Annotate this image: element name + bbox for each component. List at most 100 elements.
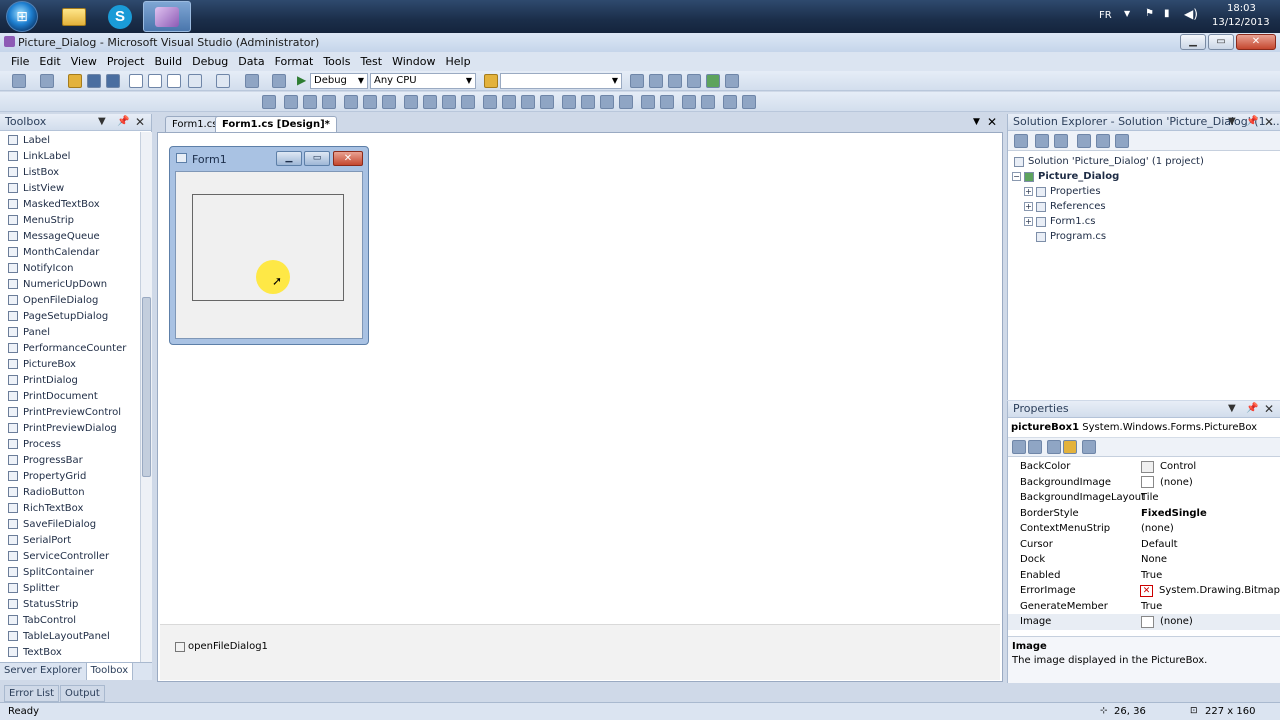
close-icon[interactable]: ✕ <box>135 114 145 130</box>
toolbox-item[interactable]: MonthCalendar <box>0 244 140 260</box>
decrease-vertical-spacing-icon[interactable] <box>600 95 614 109</box>
clock-time[interactable]: 18:03 <box>1227 3 1256 14</box>
toolbox-scrollbar[interactable] <box>140 132 152 662</box>
language-indicator[interactable]: FR <box>1099 10 1112 21</box>
toolbox-item[interactable]: NumericUpDown <box>0 276 140 292</box>
property-row[interactable]: Dock None <box>1008 552 1280 568</box>
property-row[interactable]: BackgroundImage (none) <box>1008 475 1280 491</box>
toolbox-item[interactable]: PropertyGrid <box>0 468 140 484</box>
toolbox-item[interactable]: MaskedTextBox <box>0 196 140 212</box>
toolbox-item[interactable]: RadioButton <box>0 484 140 500</box>
vertical-spacing-equal-icon[interactable] <box>562 95 576 109</box>
action-center-icon[interactable]: ⚑ <box>1145 8 1154 19</box>
maximize-button[interactable]: ▭ <box>1208 34 1234 50</box>
align-tops-icon[interactable] <box>344 95 358 109</box>
visual-studio-taskbar-button[interactable] <box>143 1 191 32</box>
undo-icon[interactable] <box>188 74 202 88</box>
menu-tools[interactable]: Tools <box>318 55 355 68</box>
tray-expand-icon[interactable]: ▼ <box>1124 9 1130 18</box>
redo-icon[interactable] <box>216 74 230 88</box>
decrease-horizontal-spacing-icon[interactable] <box>521 95 535 109</box>
bring-to-front-icon[interactable] <box>682 95 696 109</box>
copy-icon[interactable] <box>148 74 162 88</box>
horizontal-spacing-equal-icon[interactable] <box>483 95 497 109</box>
toolbox-item[interactable]: PrintDialog <box>0 372 140 388</box>
tray-open-file-dialog[interactable]: openFileDialog1 <box>188 641 268 652</box>
toolbox-item[interactable]: Panel <box>0 324 140 340</box>
menu-edit[interactable]: Edit <box>34 55 65 68</box>
property-row[interactable]: BorderStyle FixedSingle <box>1008 506 1280 522</box>
align-rights-icon[interactable] <box>322 95 336 109</box>
start-debugging-icon[interactable]: ▶ <box>297 73 306 87</box>
center-vertically-icon[interactable] <box>660 95 674 109</box>
toolbox-item[interactable]: MessageQueue <box>0 228 140 244</box>
solution-explorer-icon[interactable] <box>649 74 663 88</box>
menu-file[interactable]: File <box>6 55 34 68</box>
menu-debug[interactable]: Debug <box>187 55 233 68</box>
tab-error-list[interactable]: Error List <box>4 685 60 702</box>
toolbox-item[interactable]: RichTextBox <box>0 500 140 516</box>
show-all-files-icon[interactable] <box>1035 134 1049 148</box>
pin-icon[interactable]: 📌 <box>117 114 129 130</box>
center-horizontally-icon[interactable] <box>641 95 655 109</box>
menu-view[interactable]: View <box>66 55 102 68</box>
toolbox-item[interactable]: TableLayoutPanel <box>0 628 140 644</box>
property-value[interactable]: (none) <box>1138 615 1280 628</box>
expand-icon[interactable]: + <box>1024 217 1033 226</box>
menu-help[interactable]: Help <box>440 55 475 68</box>
find-icon[interactable] <box>630 74 644 88</box>
form1-title-bar[interactable]: Form1 ▁ ▭ ✕ <box>170 147 368 171</box>
tree-properties[interactable]: + Properties <box>1008 184 1280 199</box>
property-value[interactable]: (none) <box>1138 523 1280 534</box>
toolbox-icon[interactable] <box>706 74 720 88</box>
align-centers-icon[interactable] <box>303 95 317 109</box>
window-title-bar[interactable]: Picture_Dialog - Microsoft Visual Studio… <box>0 33 1280 52</box>
toolbox-item[interactable]: PerformanceCounter <box>0 340 140 356</box>
save-all-icon[interactable] <box>106 74 120 88</box>
toolbox-item[interactable]: PrintPreviewDialog <box>0 420 140 436</box>
pin-icon[interactable]: 📌 <box>1246 114 1258 130</box>
remove-horizontal-spacing-icon[interactable] <box>540 95 554 109</box>
align-lefts-icon[interactable] <box>284 95 298 109</box>
toolbox-item[interactable]: PictureBox <box>0 356 140 372</box>
property-row[interactable]: ContextMenuStrip (none) <box>1008 521 1280 537</box>
properties-icon[interactable] <box>1014 134 1028 148</box>
close-document-icon[interactable]: ✕ <box>987 115 997 129</box>
toolbox-item[interactable]: ProgressBar <box>0 452 140 468</box>
network-icon[interactable]: ▮ <box>1164 8 1170 19</box>
tab-form1-design[interactable]: Form1.cs [Design]* <box>215 116 337 132</box>
property-pages-icon[interactable] <box>1082 440 1096 454</box>
navigate-forward-icon[interactable] <box>272 74 286 88</box>
cut-icon[interactable] <box>129 74 143 88</box>
tree-form1[interactable]: + Form1.cs <box>1008 214 1280 229</box>
toolbox-item[interactable]: SerialPort <box>0 532 140 548</box>
view-class-diagram-icon[interactable] <box>1115 134 1129 148</box>
toolbox-item[interactable]: ListBox <box>0 164 140 180</box>
minimize-button[interactable]: ▁ <box>1180 34 1206 50</box>
events-icon[interactable] <box>1063 440 1077 454</box>
tree-references[interactable]: + References <box>1008 199 1280 214</box>
tree-solution-root[interactable]: Solution 'Picture_Dialog' (1 project) <box>1008 154 1280 169</box>
property-value[interactable]: ✕ System.Drawing.Bitmap <box>1137 584 1280 597</box>
size-to-grid-icon[interactable] <box>423 95 437 109</box>
property-value[interactable]: None <box>1138 554 1280 565</box>
find-combo[interactable]: ▼ <box>500 73 622 89</box>
property-row[interactable]: Image (none) <box>1008 614 1280 630</box>
increase-horizontal-spacing-icon[interactable] <box>502 95 516 109</box>
toolbox-item[interactable]: TextBox <box>0 644 140 660</box>
solution-configuration-select[interactable]: Debug ▼ <box>310 73 368 89</box>
make-same-height-icon[interactable] <box>442 95 456 109</box>
toolbox-item[interactable]: StatusStrip <box>0 596 140 612</box>
property-value[interactable]: Tile <box>1138 492 1280 503</box>
start-page-icon[interactable] <box>725 74 739 88</box>
menu-test[interactable]: Test <box>355 55 387 68</box>
panel-menu-icon[interactable]: ▼ <box>1228 114 1236 130</box>
property-value[interactable]: (none) <box>1138 476 1280 489</box>
add-item-icon[interactable] <box>40 74 54 88</box>
toolbox-item[interactable]: Splitter <box>0 580 140 596</box>
make-same-size-icon[interactable] <box>461 95 475 109</box>
tree-program[interactable]: Program.cs <box>1008 229 1280 244</box>
view-code-icon[interactable] <box>1077 134 1091 148</box>
explorer-taskbar-button[interactable] <box>50 1 98 32</box>
new-project-icon[interactable] <box>12 74 26 88</box>
